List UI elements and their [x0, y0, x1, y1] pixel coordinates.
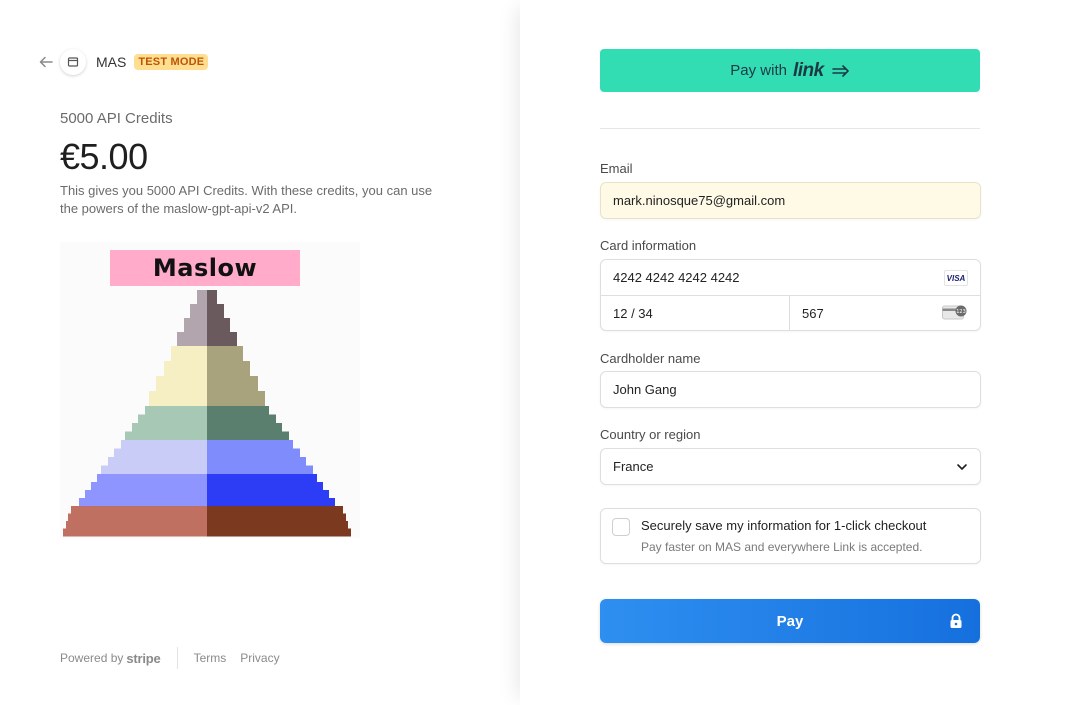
pyramid-block: [114, 448, 207, 458]
card-number-input[interactable]: [613, 270, 968, 285]
pyramid-block: [207, 521, 348, 529]
pay-button[interactable]: Pay: [600, 599, 980, 643]
stripe-logo[interactable]: stripe: [126, 651, 160, 666]
pyramid-block: [207, 304, 224, 319]
pyramid-block: [207, 346, 243, 362]
card-information-label: Card information: [600, 238, 697, 253]
pyramid-block: [149, 391, 207, 407]
save-info-subtitle: Pay faster on MAS and everywhere Link is…: [641, 540, 923, 554]
pyramid-block: [207, 513, 346, 522]
store-icon: [60, 49, 86, 75]
pyramid-block: [190, 304, 207, 319]
link-logo: link: [792, 59, 824, 81]
pyramid-block: [63, 528, 207, 537]
powered-by-text: Powered by: [60, 651, 124, 665]
payment-form-pane: Pay with link Email Card information VIS…: [520, 0, 1084, 705]
pyramid-block: [207, 391, 265, 407]
card-expiry-field[interactable]: [601, 296, 790, 330]
arrow-right-icon: [831, 64, 850, 77]
pyramid-block: [207, 474, 317, 483]
pyramid-block: [145, 406, 207, 415]
save-info-checkbox[interactable]: [612, 518, 630, 536]
pyramid-block: [177, 332, 207, 347]
pyramid-block: [79, 498, 207, 507]
cardholder-name-field[interactable]: [600, 371, 981, 408]
pyramid-block: [207, 482, 323, 491]
country-label: Country or region: [600, 427, 701, 442]
pyramid-block: [125, 431, 207, 441]
pyramid-block: [97, 474, 207, 483]
pay-with-link-label: Pay with: [730, 62, 787, 79]
pyramid-block: [101, 465, 207, 475]
pyramid-block: [91, 482, 207, 491]
back-arrow-icon[interactable]: [36, 52, 56, 72]
pyramid-block: [121, 440, 207, 449]
pyramid-block: [207, 423, 282, 432]
pyramid-block: [207, 361, 250, 377]
pyramid-block: [207, 506, 343, 514]
pyramid-block: [184, 318, 207, 333]
pyramid-block: [156, 376, 207, 392]
pyramid-block: [207, 457, 306, 466]
pyramid-block: [138, 414, 207, 424]
pyramid-block: [207, 528, 351, 537]
svg-text:123: 123: [956, 309, 966, 315]
pyramid-block: [207, 431, 289, 441]
merchant-header: MAS TEST MODE: [36, 48, 209, 76]
footer: Powered by stripe Terms Privacy: [60, 646, 294, 670]
pyramid-block: [207, 332, 237, 347]
pyramid-block: [197, 290, 207, 305]
order-summary-pane: MAS TEST MODE 5000 API Credits €5.00 Thi…: [0, 0, 520, 705]
terms-link[interactable]: Terms: [194, 651, 227, 665]
lock-icon: [949, 613, 963, 633]
cardholder-name-label: Cardholder name: [600, 351, 701, 366]
pyramid-block: [164, 361, 207, 377]
visa-icon: VISA: [944, 270, 968, 286]
pyramid-block: [207, 448, 300, 458]
pyramid-block: [171, 346, 207, 362]
pyramid-block: [71, 506, 207, 514]
pyramid-block: [108, 457, 207, 466]
email-label: Email: [600, 161, 633, 176]
email-input[interactable]: [613, 193, 968, 208]
pyramid-block: [68, 513, 207, 522]
product-image: Maslow: [60, 242, 360, 538]
product-name: 5000 API Credits: [60, 110, 173, 127]
card-cvc-field[interactable]: 123: [790, 296, 980, 330]
pyramid-block: [207, 376, 258, 392]
save-info-box: Securely save my information for 1-click…: [600, 508, 981, 564]
card-information-group: VISA 123: [600, 259, 981, 331]
pyramid-block: [207, 490, 329, 499]
pyramid-block: [207, 290, 217, 305]
pay-button-label: Pay: [776, 612, 804, 630]
chevron-down-icon: [956, 461, 968, 476]
card-expiry-input[interactable]: [613, 305, 777, 321]
pyramid-block: [207, 414, 276, 424]
pyramid-block: [85, 490, 207, 499]
pyramid-block: [207, 318, 230, 333]
cvc-card-icon: 123: [942, 304, 968, 323]
product-price: €5.00: [60, 136, 148, 177]
pyramid-block: [66, 521, 207, 529]
email-field[interactable]: [600, 182, 981, 219]
product-description: This gives you 5000 API Credits. With th…: [60, 183, 433, 216]
cardholder-name-input[interactable]: [613, 382, 968, 397]
footer-divider: [176, 647, 178, 669]
pyramid-block: [132, 423, 207, 432]
country-select[interactable]: France: [600, 448, 981, 485]
privacy-link[interactable]: Privacy: [240, 651, 279, 665]
test-mode-badge: TEST MODE: [134, 54, 209, 70]
pyramid-block: [207, 498, 335, 507]
section-divider: [600, 128, 980, 129]
maslow-pyramid-graphic: [63, 290, 351, 537]
pyramid-block: [207, 406, 269, 415]
save-info-title: Securely save my information for 1-click…: [641, 518, 927, 533]
pyramid-block: [207, 465, 313, 475]
card-number-field[interactable]: VISA: [601, 260, 980, 296]
country-selected-value: France: [613, 459, 654, 474]
pyramid-block: [207, 440, 293, 449]
merchant-name: MAS: [96, 54, 127, 70]
pay-with-link-button[interactable]: Pay with link: [600, 49, 980, 92]
